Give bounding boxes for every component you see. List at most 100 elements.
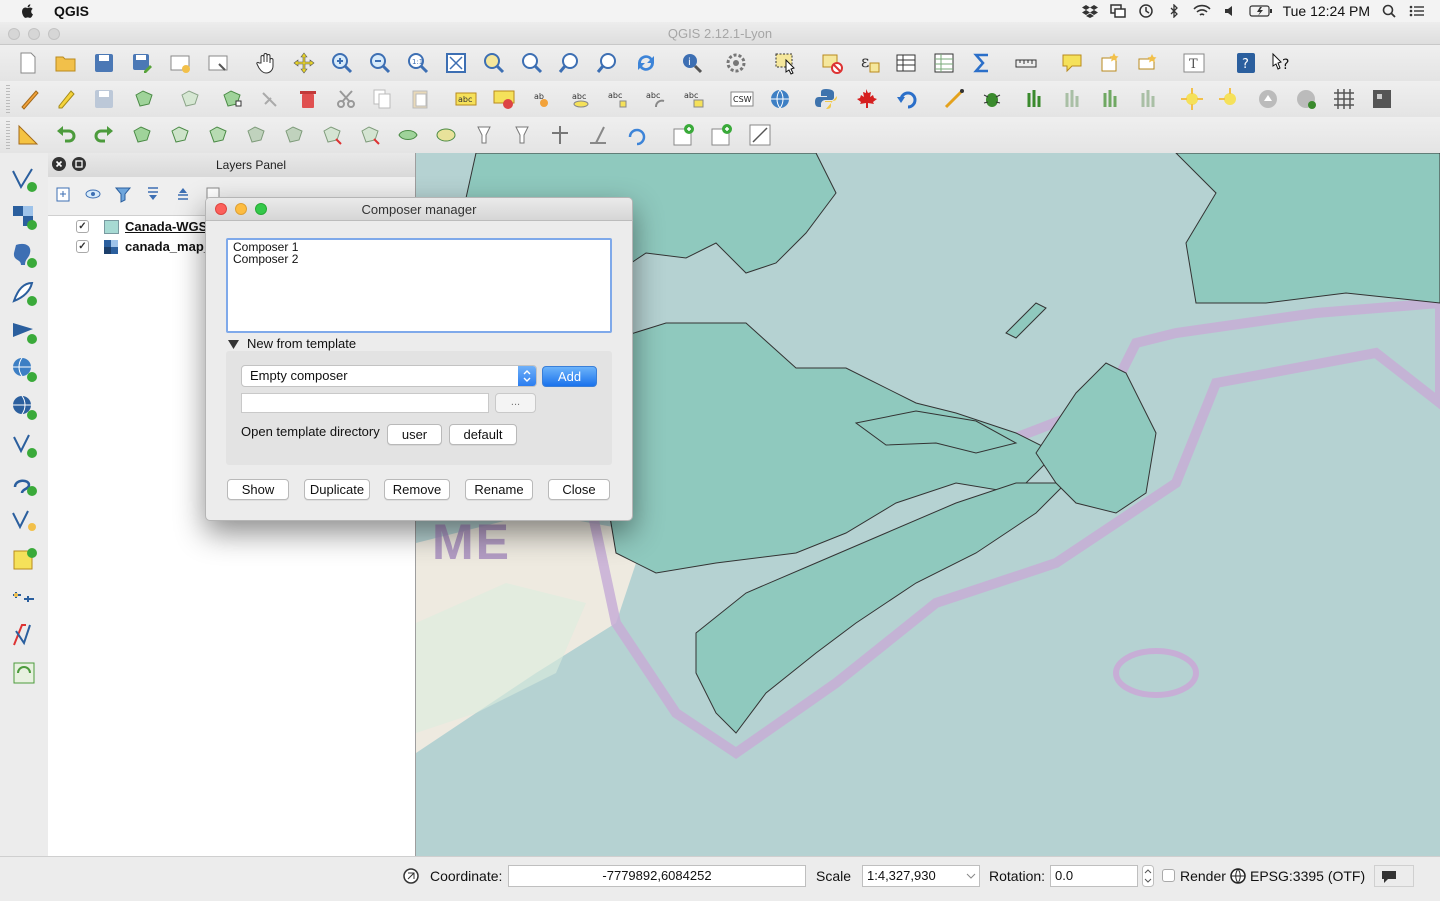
filter-legend-icon[interactable] <box>114 185 132 203</box>
zoom-out-icon[interactable] <box>368 51 392 75</box>
layer-visibility-checkbox[interactable]: ✓ <box>76 240 89 253</box>
gps-tools-icon[interactable] <box>10 583 38 611</box>
browse-button[interactable]: ... <box>495 393 536 413</box>
show-hide-labels-icon[interactable]: abc <box>568 87 592 111</box>
add-raster-layer-icon[interactable] <box>10 203 38 231</box>
pan-to-selection-icon[interactable] <box>292 51 316 75</box>
refresh-icon[interactable] <box>634 51 658 75</box>
new-bookmark-icon[interactable] <box>1098 51 1122 75</box>
user-directory-button[interactable]: user <box>387 424 442 445</box>
zoom-full-icon[interactable] <box>444 51 468 75</box>
zoom-native-icon[interactable]: 1:1 <box>406 51 430 75</box>
crs-globe-icon[interactable] <box>1230 868 1246 884</box>
delete-selected-icon[interactable] <box>258 87 282 111</box>
add-wms-icon[interactable] <box>1294 87 1318 111</box>
delete-part-icon[interactable] <box>282 123 306 147</box>
battery-icon[interactable] <box>1248 4 1273 18</box>
change-label-icon[interactable]: abc <box>682 87 706 111</box>
wifi-icon[interactable] <box>1192 4 1211 18</box>
add-wcs-layer-icon[interactable] <box>10 393 38 421</box>
new-print-composer-icon[interactable] <box>168 51 192 75</box>
crs-label[interactable]: EPSG:3395 (OTF) <box>1250 868 1365 884</box>
split-features-icon[interactable] <box>396 123 420 147</box>
layer-name[interactable]: Canada-WGS <box>125 219 207 234</box>
template-select[interactable]: Empty composer <box>241 365 537 387</box>
simplify-feature-icon[interactable] <box>586 123 610 147</box>
deselect-features-icon[interactable] <box>820 51 844 75</box>
cut-features-icon[interactable] <box>334 87 358 111</box>
save-as-icon[interactable] <box>130 51 154 75</box>
layer-visibility-checkbox[interactable]: ✓ <box>76 220 89 233</box>
fill-ring-icon[interactable] <box>206 123 230 147</box>
canada-plugin-icon[interactable] <box>854 87 878 111</box>
expand-all-icon[interactable] <box>144 185 162 203</box>
undo-plugin-icon[interactable] <box>896 87 920 111</box>
composer-list-item[interactable]: Composer 2 <box>233 253 605 265</box>
rename-button[interactable]: Rename <box>465 479 533 500</box>
composer-list[interactable]: Composer 1 Composer 2 <box>226 238 612 333</box>
notification-center-icon[interactable] <box>1408 4 1426 18</box>
toggle-editing-icon[interactable] <box>54 87 78 111</box>
layer-name[interactable]: canada_map_ <box>125 239 211 254</box>
split-parts-icon[interactable] <box>434 123 458 147</box>
offset-curve-icon[interactable] <box>358 123 382 147</box>
new-spatialite-layer-icon[interactable] <box>1218 87 1242 111</box>
open-project-icon[interactable] <box>54 51 78 75</box>
cad-tools-icon[interactable] <box>16 123 40 147</box>
time-machine-icon[interactable] <box>1137 4 1155 18</box>
text-annotation-icon[interactable]: T <box>1182 51 1206 75</box>
app-name-menu[interactable]: QGIS <box>54 3 89 19</box>
zoom-next-icon[interactable] <box>596 51 620 75</box>
help-contents-icon[interactable]: ? <box>1234 51 1258 75</box>
identify-features-icon[interactable]: i <box>680 51 704 75</box>
virtual-layer-icon[interactable] <box>10 659 38 687</box>
dropbox-icon[interactable] <box>1081 4 1099 18</box>
layer-labeling-icon[interactable]: abc <box>454 87 478 111</box>
add-spatialite-layer-icon[interactable] <box>10 279 38 307</box>
attribute-table-icon[interactable] <box>894 51 918 75</box>
scale-combobox[interactable]: 1:4,327,930 <box>862 865 980 887</box>
add-vector-layer-icon[interactable] <box>10 165 38 193</box>
coordinate-field[interactable]: -7779892,6084252 <box>508 865 806 887</box>
move-label-icon[interactable]: abc <box>606 87 630 111</box>
new-point-layer-icon[interactable] <box>1180 87 1204 111</box>
show-button[interactable]: Show <box>227 479 289 500</box>
add-oracle-layer-icon[interactable] <box>10 621 38 649</box>
spotlight-search-icon[interactable] <box>1380 4 1398 18</box>
save-project-icon[interactable] <box>92 51 116 75</box>
pin-labels-icon[interactable]: ab <box>530 87 554 111</box>
coordinate-capture-icon[interactable] <box>748 123 772 147</box>
run-feature-action-icon[interactable] <box>724 51 748 75</box>
vector-split-icon[interactable] <box>1062 87 1086 111</box>
add-group-icon[interactable] <box>54 185 72 203</box>
add-wkt-line-icon[interactable] <box>710 123 734 147</box>
raster-info-icon[interactable] <box>1370 87 1394 111</box>
template-section-toggle[interactable]: New from template <box>228 336 356 351</box>
redo-icon[interactable] <box>92 123 116 147</box>
layer-diagram-icon[interactable] <box>492 87 516 111</box>
add-postgis-layer-icon[interactable] <box>10 241 38 269</box>
add-delimited-text-icon[interactable] <box>10 469 38 497</box>
disclosure-triangle-icon[interactable] <box>228 340 239 350</box>
delete-ring-icon[interactable] <box>244 123 268 147</box>
trash-icon[interactable] <box>296 87 320 111</box>
zoom-last-icon[interactable] <box>558 51 582 75</box>
merge-attributes-icon[interactable] <box>510 123 534 147</box>
vector-bars-icon[interactable] <box>1024 87 1048 111</box>
merge-selected-icon[interactable] <box>472 123 496 147</box>
composer-manager-icon[interactable] <box>206 51 230 75</box>
default-directory-button[interactable]: default <box>449 424 517 445</box>
add-button[interactable]: Add <box>542 366 597 387</box>
add-postgis-icon[interactable] <box>1256 87 1280 111</box>
add-wkt-point-icon[interactable] <box>672 123 696 147</box>
rotate-feature-icon[interactable] <box>624 123 648 147</box>
add-feature-icon[interactable] <box>132 87 156 111</box>
add-mssql-layer-icon[interactable] <box>10 317 38 345</box>
clock[interactable]: Tue 12:24 PM <box>1283 3 1370 19</box>
new-shapefile-layer-icon[interactable] <box>10 507 38 535</box>
select-by-expression-icon[interactable]: ε <box>858 51 882 75</box>
add-ring-icon[interactable] <box>130 123 154 147</box>
grid-icon[interactable] <box>1332 87 1356 111</box>
manage-visibility-icon[interactable] <box>84 185 102 203</box>
zoom-in-icon[interactable] <box>330 51 354 75</box>
